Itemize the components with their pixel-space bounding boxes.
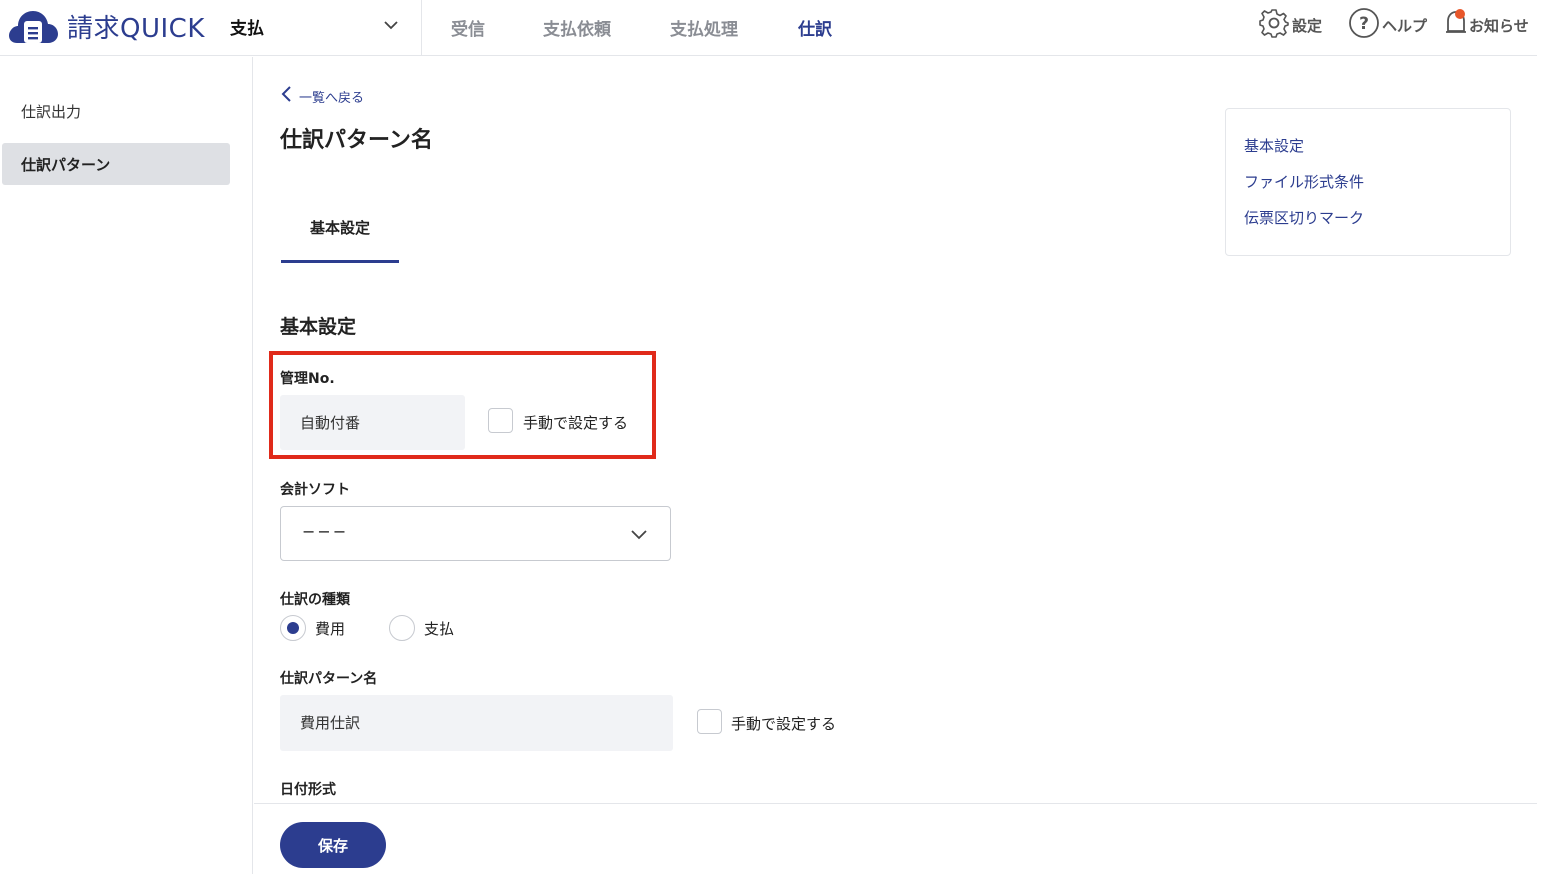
save-button[interactable]: 保存 [280, 822, 386, 868]
chevron-down-icon [383, 17, 399, 37]
settings-button[interactable]: 設定 [1258, 9, 1322, 41]
help-button[interactable]: ? ヘルプ [1348, 7, 1428, 43]
journal-type-expense-radio[interactable] [280, 615, 306, 641]
accounting-soft-value: −−− [302, 522, 349, 541]
chevron-down-icon [630, 527, 648, 546]
journal-type-label: 仕訳の種類 [280, 592, 350, 608]
pattern-name-field: 費用仕訳 [280, 695, 673, 751]
date-format-label: 日付形式 [280, 782, 336, 798]
tab-basic-settings[interactable]: 基本設定 [281, 205, 399, 263]
section-title: 基本設定 [280, 316, 357, 338]
app-name: 請求QUICK [67, 13, 205, 44]
gear-icon [1258, 7, 1292, 43]
back-link-label: 一覧へ戻る [299, 90, 365, 106]
cloud-document-icon [7, 7, 59, 45]
pattern-name-label: 仕訳パターン名 [280, 671, 378, 687]
accounting-soft-label: 会計ソフト [280, 482, 350, 498]
help-label: ヘルプ [1382, 16, 1428, 35]
anchor-basic-settings[interactable]: 基本設定 [1244, 135, 1304, 156]
chevron-left-icon [280, 85, 299, 107]
nav-journal[interactable]: 仕訳 [798, 15, 832, 40]
nav-receive[interactable]: 受信 [451, 15, 485, 40]
sidebar-item-journal-output[interactable]: 仕訳出力 [2, 90, 230, 132]
help-circle-icon: ? [1348, 7, 1382, 43]
highlight-box [269, 351, 656, 459]
module-selector[interactable]: 支払 [230, 0, 422, 56]
anchor-nav: 基本設定 ファイル形式条件 伝票区切りマーク [1225, 108, 1511, 256]
top-header: 請求QUICK 支払 受信 支払依頼 支払処理 仕訳 設定 ? ヘルプ お知らせ [0, 0, 1537, 56]
accounting-soft-select[interactable]: −−− [280, 506, 671, 561]
nav-payment-request[interactable]: 支払依頼 [543, 15, 611, 40]
app-logo[interactable]: 請求QUICK [7, 7, 205, 45]
journal-type-expense-label[interactable]: 費用 [315, 618, 345, 639]
anchor-file-format[interactable]: ファイル形式条件 [1244, 171, 1364, 192]
svg-text:?: ? [1359, 14, 1369, 34]
sidebar-item-journal-pattern[interactable]: 仕訳パターン [2, 143, 230, 185]
page-title: 仕訳パターン名 [280, 128, 433, 153]
notice-label: お知らせ [1469, 16, 1529, 35]
notice-button[interactable]: お知らせ [1445, 9, 1529, 41]
pattern-name-manual-checkbox[interactable] [697, 709, 722, 734]
sidebar: 仕訳出力 仕訳パターン [0, 57, 253, 874]
journal-type-payment-radio[interactable] [389, 615, 415, 641]
settings-label: 設定 [1292, 16, 1323, 35]
anchor-slip-separator[interactable]: 伝票区切りマーク [1244, 207, 1364, 228]
footer-bar: 保存 [254, 803, 1537, 874]
journal-type-payment-label[interactable]: 支払 [424, 618, 454, 639]
bell-icon [1445, 7, 1469, 43]
module-label: 支払 [230, 19, 264, 39]
back-link[interactable]: 一覧へ戻る [280, 85, 364, 107]
nav-payment-processing[interactable]: 支払処理 [670, 15, 738, 40]
pattern-name-manual-label[interactable]: 手動で設定する [731, 713, 836, 734]
